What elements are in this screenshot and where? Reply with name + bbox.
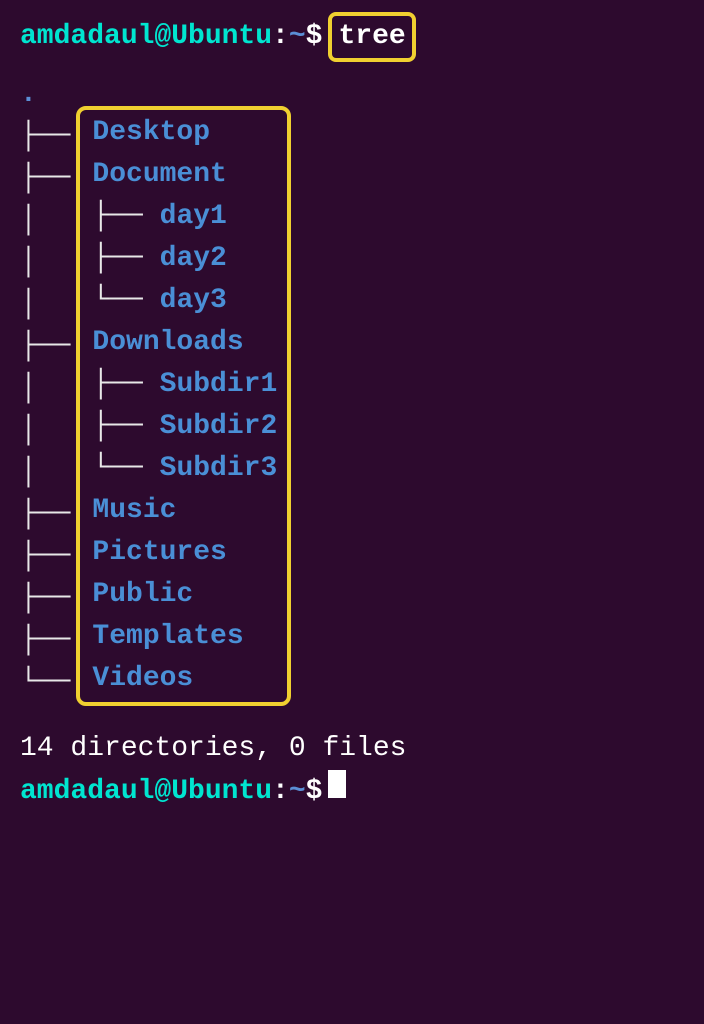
tree-summary: 14 directories, 0 files: [20, 728, 702, 770]
prompt-line-1: amdadaul@Ubuntu : ~ $ tree: [20, 12, 702, 62]
command-highlight: tree: [328, 12, 415, 62]
prompt-path: ~: [289, 16, 306, 58]
tree-item: └── day3: [92, 280, 277, 322]
tree-item: ├── Subdir1: [92, 364, 277, 406]
tree-item: Downloads: [92, 322, 277, 364]
prompt-sigil: $: [306, 771, 323, 813]
prompt-path: ~: [289, 771, 306, 813]
tree-item: Desktop: [92, 112, 277, 154]
tree-highlight-box: Desktop Document ├── day1 ├── day2 └── d…: [76, 106, 291, 706]
user-host: amdadaul@Ubuntu: [20, 771, 272, 813]
tree-item: Music: [92, 490, 277, 532]
tree-item: Templates: [92, 616, 277, 658]
prompt-sep: :: [272, 16, 289, 58]
tree-item: Public: [92, 574, 277, 616]
user-host: amdadaul@Ubuntu: [20, 16, 272, 58]
tree-item: ├── day1: [92, 196, 277, 238]
tree-output: ├── ├── │ │ │ ├── │ │ │ ├── ├── ├── ├── …: [20, 114, 702, 706]
tree-item: Videos: [92, 658, 277, 700]
tree-item: ├── Subdir2: [92, 406, 277, 448]
tree-item: Document: [92, 154, 277, 196]
prompt-sep: :: [272, 771, 289, 813]
tree-item: └── Subdir3: [92, 448, 277, 490]
tree-branch-lines: ├── ├── │ │ │ ├── │ │ │ ├── ├── ├── ├── …: [20, 114, 70, 704]
prompt-line-2[interactable]: amdadaul@Ubuntu : ~ $: [20, 770, 702, 813]
tree-item: Pictures: [92, 532, 277, 574]
command-text: tree: [338, 21, 405, 52]
tree-item: ├── day2: [92, 238, 277, 280]
cursor-icon: [328, 770, 346, 798]
prompt-sigil: $: [306, 16, 323, 58]
